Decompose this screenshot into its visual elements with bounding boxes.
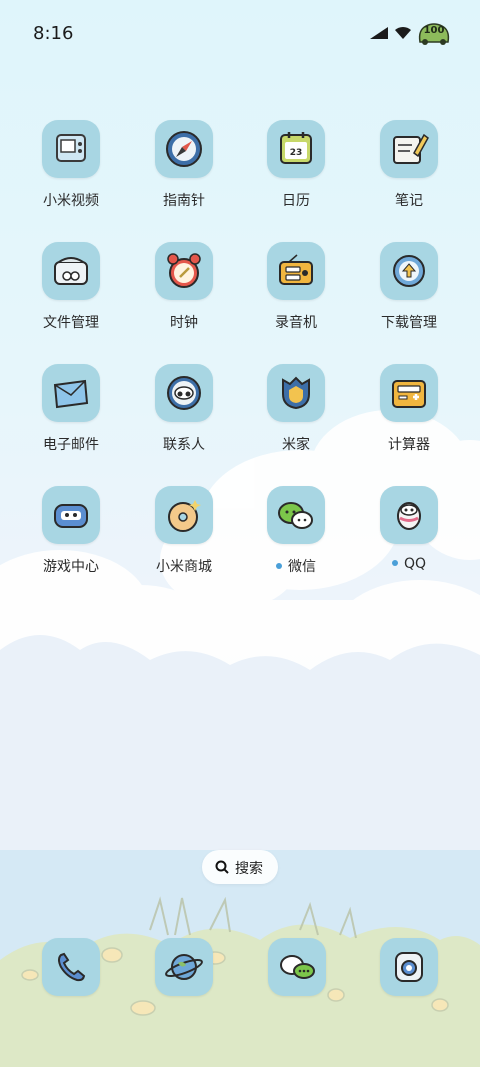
app-label: 下载管理 — [381, 315, 437, 331]
app-label: 文件管理 — [43, 315, 99, 331]
app-wechat[interactable]: 微信 — [240, 486, 352, 596]
app-label: 微信 — [240, 556, 352, 576]
app-compass[interactable]: 指南针 — [128, 120, 240, 230]
app-mi-store[interactable]: 小米商城 — [128, 486, 240, 596]
clock-time: 8:16 — [33, 23, 74, 44]
calendar-icon: 23 — [267, 120, 325, 178]
app-calculator[interactable]: 计算器 — [353, 364, 465, 474]
donut-icon — [155, 486, 213, 544]
wifi-icon — [395, 26, 411, 39]
new-install-dot — [276, 563, 282, 569]
app-label: 录音机 — [275, 315, 317, 331]
notes-icon — [380, 120, 438, 178]
search-label: 搜索 — [235, 861, 263, 877]
battery-level: 100 — [423, 25, 445, 36]
gamepad-icon — [42, 486, 100, 544]
phone-icon[interactable] — [42, 938, 100, 996]
app-notes[interactable]: 笔记 — [353, 120, 465, 230]
mijia-icon — [267, 364, 325, 422]
browser-planet-icon[interactable] — [155, 938, 213, 996]
camera-icon[interactable] — [380, 938, 438, 996]
download-icon — [380, 242, 438, 300]
app-label: 游戏中心 — [43, 559, 99, 575]
app-contacts[interactable]: 联系人 — [128, 364, 240, 474]
calendar-day: 23 — [290, 148, 303, 158]
app-file-manager[interactable]: 文件管理 — [15, 242, 127, 352]
app-label: 计算器 — [388, 437, 430, 453]
app-label: 日历 — [282, 193, 310, 209]
app-label: 电子邮件 — [43, 437, 99, 453]
app-label: 米家 — [282, 437, 310, 453]
app-mi-video[interactable]: 小米视频 — [15, 120, 127, 230]
app-qq[interactable]: QQ — [353, 486, 465, 596]
search-button[interactable]: 搜索 — [202, 850, 278, 884]
wechat-icon — [267, 486, 325, 544]
app-label: 小米商城 — [156, 559, 212, 575]
app-label: QQ — [353, 556, 465, 572]
app-calendar[interactable]: 23 日历 — [240, 120, 352, 230]
status-bar: 8:16 100 — [0, 0, 480, 68]
alarm-clock-icon — [155, 242, 213, 300]
app-label: 小米视频 — [43, 193, 99, 209]
new-install-dot — [391, 560, 398, 566]
app-game-center[interactable]: 游戏中心 — [15, 486, 127, 596]
app-label: 笔记 — [395, 193, 423, 209]
cellular-signal-icon — [370, 27, 388, 39]
file-manager-icon — [42, 242, 100, 300]
app-label: 指南针 — [163, 193, 205, 209]
battery-indicator: 100 — [416, 20, 452, 50]
radio-recorder-icon — [267, 242, 325, 300]
video-icon — [42, 120, 100, 178]
envelope-icon — [42, 364, 100, 422]
app-label: 时钟 — [170, 315, 198, 331]
app-recorder[interactable]: 录音机 — [240, 242, 352, 352]
search-icon — [215, 860, 229, 874]
app-downloads[interactable]: 下载管理 — [353, 242, 465, 352]
compass-icon — [155, 120, 213, 178]
app-label: 联系人 — [163, 437, 205, 453]
messages-icon[interactable] — [268, 938, 326, 996]
app-clock[interactable]: 时钟 — [128, 242, 240, 352]
app-mijia[interactable]: 米家 — [240, 364, 352, 474]
app-email[interactable]: 电子邮件 — [15, 364, 127, 474]
contacts-icon — [155, 364, 213, 422]
qq-penguin-icon — [380, 486, 438, 544]
calculator-icon — [380, 364, 438, 422]
